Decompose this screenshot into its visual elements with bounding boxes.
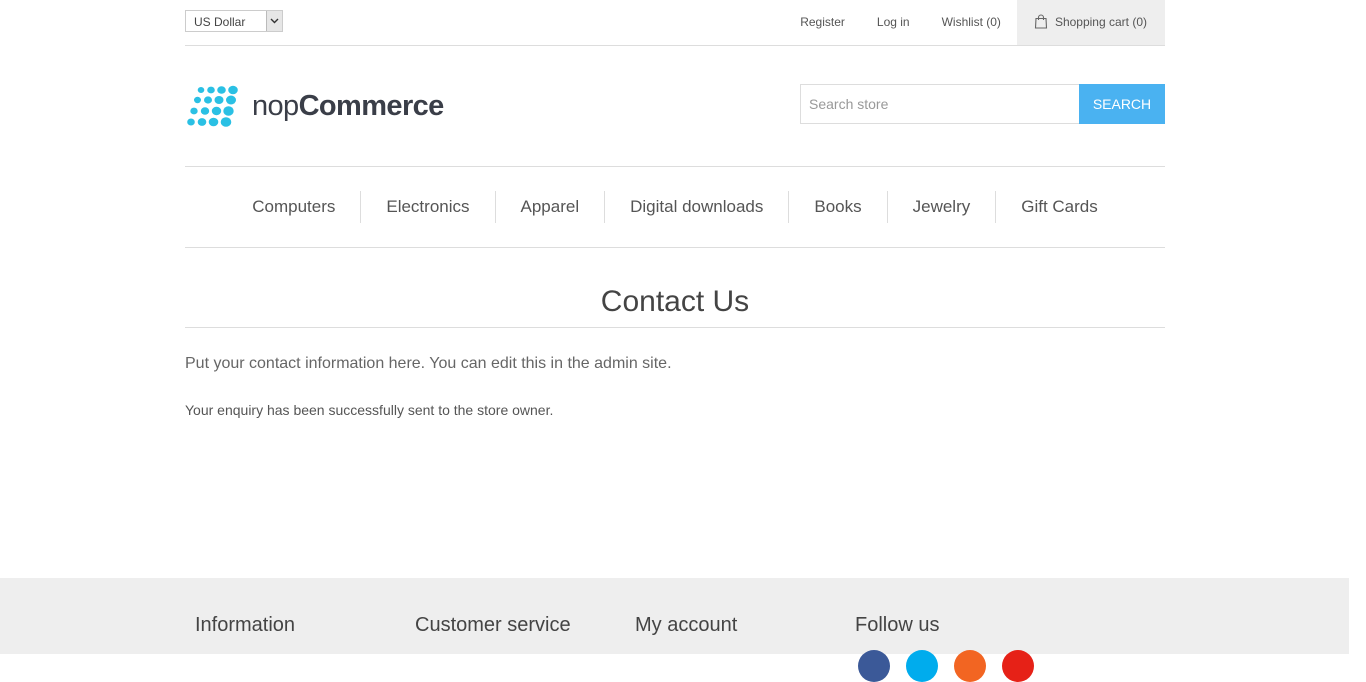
nav-item-electronics[interactable]: Electronics [360,191,494,223]
currency-selected-value: US Dollar [194,15,246,29]
twitter-icon[interactable] [906,650,938,682]
top-menu: Computers Electronics Apparel Digital do… [185,167,1165,248]
shopping-cart-label: Shopping cart (0) [1054,15,1147,29]
header-user-links: Register Log in Wishlist (0) Shopping ca… [784,0,1165,45]
logo-wordmark-nop: nop [252,89,299,122]
store-logo[interactable]: nopCommerce [187,84,444,128]
nav-item-gift-cards[interactable]: Gift Cards [995,191,1123,223]
facebook-icon[interactable] [858,650,890,682]
page-title: Contact Us [600,285,750,318]
shopping-bag-icon [1034,14,1048,29]
shopping-cart-link[interactable]: Shopping cart (0) [1016,0,1165,45]
social-links [858,650,1034,682]
logo-wordmark: nopCommerce [252,89,445,122]
header-links-bar: US Dollar Register Log in Wishlist (0) S… [185,0,1165,46]
footer-title-customer-service: Customer service [415,614,571,636]
logo-dots-icon [187,85,238,127]
footer-title-my-account: My account [635,614,738,636]
nav-item-digital-downloads[interactable]: Digital downloads [604,191,788,223]
footer-title-information: Information [195,614,296,636]
rss-icon[interactable] [954,650,986,682]
currency-selector[interactable]: US Dollar [185,10,283,32]
youtube-icon[interactable] [1002,650,1034,682]
footer: Information Customer service My account … [0,578,1349,682]
page-title-bar: Contact Us [185,282,1165,328]
login-link[interactable]: Log in [861,0,926,45]
header-main: nopCommerce Search [185,46,1165,167]
contact-topic-text: Put your contact information here. You c… [185,355,672,372]
nav-item-books[interactable]: Books [788,191,886,223]
search-button[interactable]: Search [1079,84,1165,124]
nav-item-computers[interactable]: Computers [227,191,360,223]
page-scrollbar[interactable] [1349,0,1366,654]
chevron-down-icon[interactable] [266,11,282,31]
register-link[interactable]: Register [784,0,861,45]
nav-item-apparel[interactable]: Apparel [494,191,605,223]
wishlist-link[interactable]: Wishlist (0) [926,0,1017,45]
footer-title-follow-us: Follow us [855,614,940,636]
logo-wordmark-commerce: Commerce [298,89,445,122]
enquiry-result-message: Your enquiry has been successfully sent … [185,402,554,418]
search-input[interactable] [800,84,1079,124]
search-box: Search [800,84,1165,124]
nav-item-jewelry[interactable]: Jewelry [886,191,996,223]
